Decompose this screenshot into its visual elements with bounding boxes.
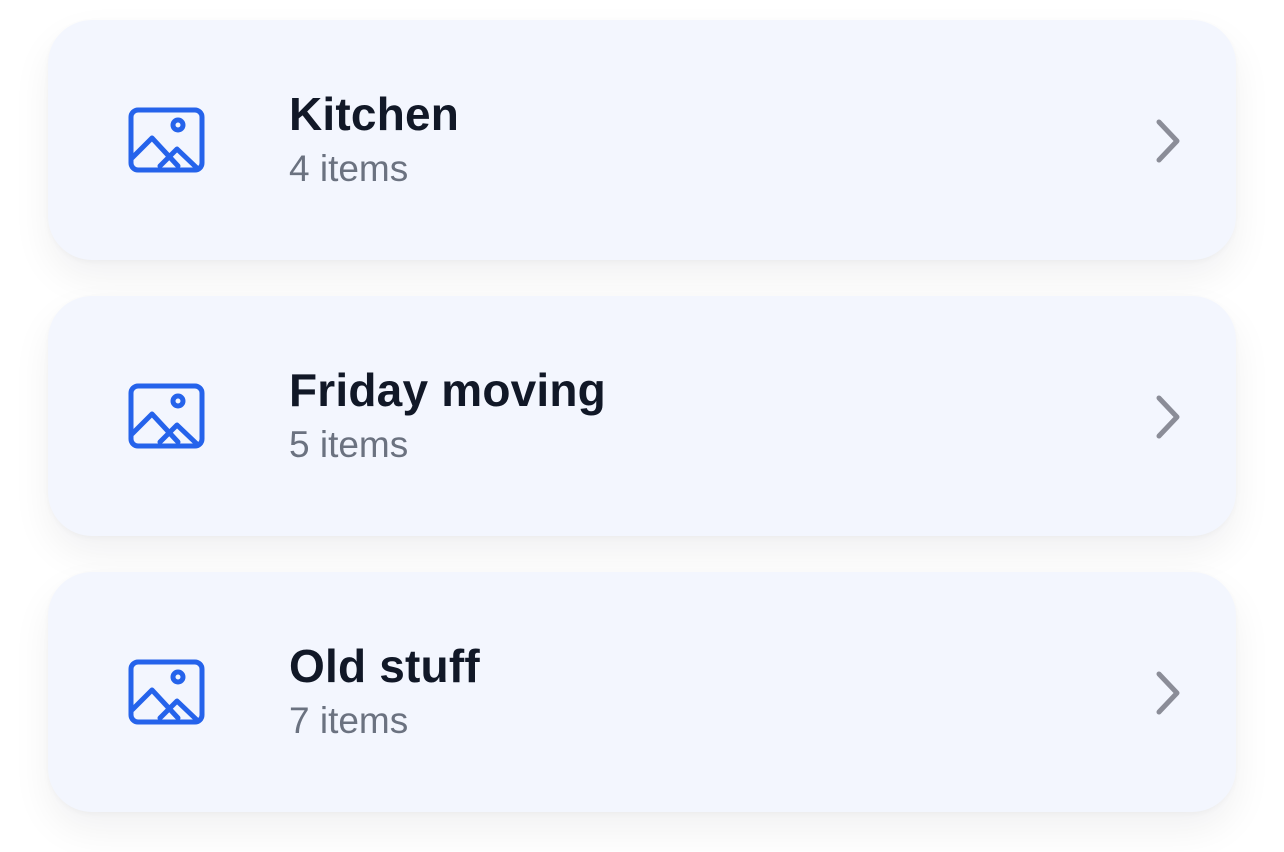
list-item-friday-moving[interactable]: Friday moving 5 items (48, 296, 1236, 536)
list-item-count: 5 items (289, 424, 409, 465)
list-item-text: Old stuff 7 items (289, 636, 480, 746)
list-item-text: Kitchen 4 items (289, 84, 459, 194)
list-item-count: 4 items (289, 148, 409, 189)
chevron-right-icon[interactable] (1150, 670, 1184, 716)
list-item-title: Friday moving (289, 364, 606, 416)
image-icon (128, 104, 206, 174)
list-item-title: Old stuff (289, 640, 480, 692)
chevron-right-icon[interactable] (1150, 394, 1184, 440)
list-item-count: 7 items (289, 700, 409, 741)
list-item-text: Friday moving 5 items (289, 360, 606, 470)
list-item-old-stuff[interactable]: Old stuff 7 items (48, 572, 1236, 812)
list-item-title: Kitchen (289, 88, 460, 140)
collection-list: Kitchen 4 items Friday moving 5 items Ol… (48, 20, 1236, 812)
list-item-kitchen[interactable]: Kitchen 4 items (48, 20, 1236, 260)
chevron-right-icon[interactable] (1150, 118, 1184, 164)
image-icon (128, 656, 206, 726)
image-icon (128, 380, 206, 450)
